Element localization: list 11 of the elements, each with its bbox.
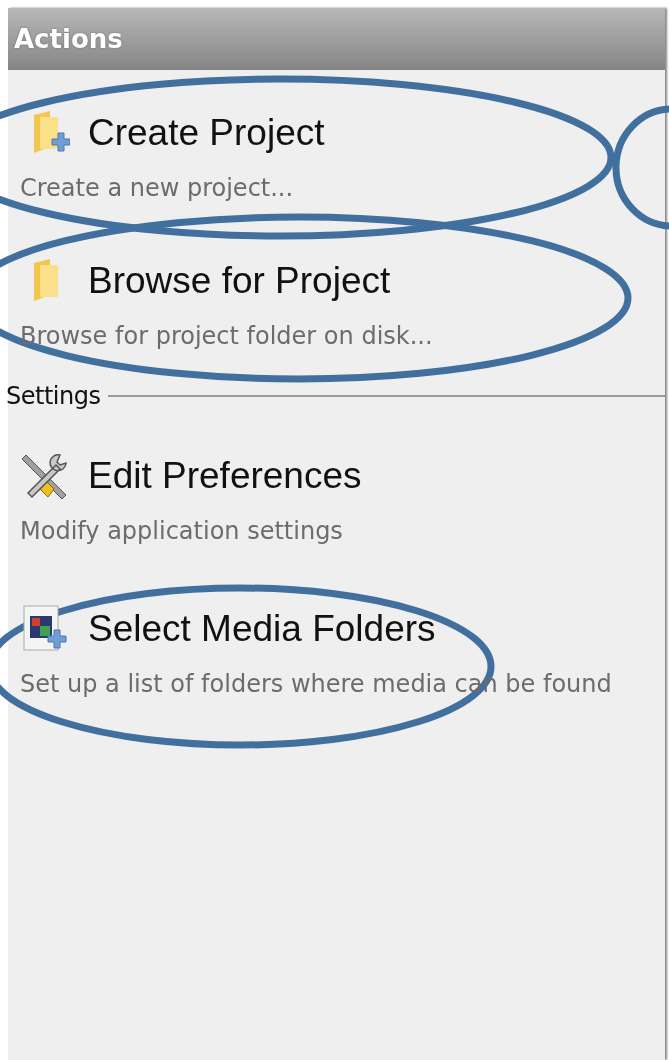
action-link[interactable]: Create Project (88, 112, 325, 154)
action-description: Browse for project folder on disk... (20, 322, 433, 350)
image-plus-icon (20, 604, 70, 654)
action-link[interactable]: Edit Preferences (88, 455, 362, 497)
panel-title: Actions (8, 8, 665, 70)
tools-icon (20, 451, 70, 501)
action-link[interactable]: Browse for Project (88, 260, 391, 302)
action-link[interactable]: Select Media Folders (88, 608, 436, 650)
action-description: Create a new project... (20, 174, 294, 202)
group-label: Settings (6, 382, 101, 410)
action-description: Modify application settings (20, 517, 343, 545)
